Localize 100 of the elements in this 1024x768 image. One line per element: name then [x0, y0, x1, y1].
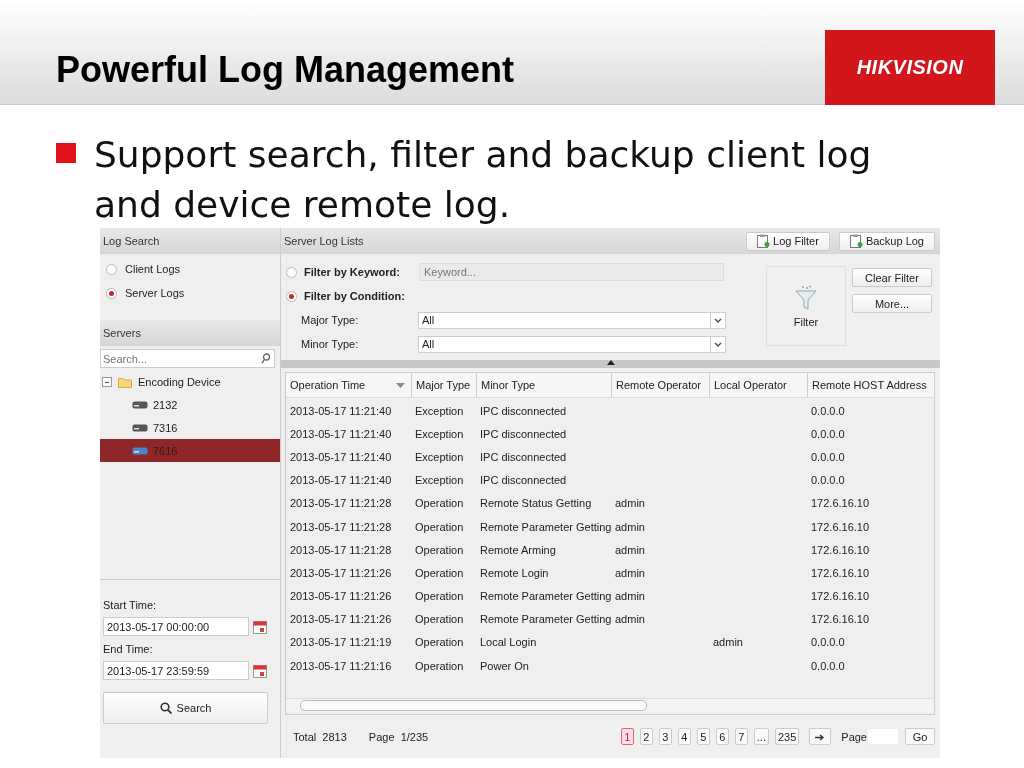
table-cell: 2013-05-17 11:21:26 — [290, 566, 392, 579]
table-cell: Operation — [415, 636, 464, 649]
page-button[interactable]: 4 — [677, 728, 691, 745]
next-page-button[interactable] — [809, 728, 832, 745]
table-cell: 0.0.0.0 — [811, 474, 845, 487]
table-cell: 172.6.16.10 — [811, 613, 870, 626]
table-cell: Exception — [415, 404, 464, 417]
table-cell: 172.6.16.10 — [811, 497, 870, 510]
table-cell: Power On — [480, 659, 529, 672]
radio-button[interactable] — [286, 290, 297, 302]
field-label: End Time: — [103, 642, 154, 657]
table-cell: 0.0.0.0 — [811, 404, 845, 417]
search-icon[interactable] — [261, 353, 271, 364]
keyword-field[interactable]: Keyword... — [419, 263, 724, 281]
table-cell: IPC disconnected — [480, 450, 567, 463]
date-field[interactable]: 2013-05-17 23:59:59 — [103, 661, 249, 680]
bullet-text: Support search, filter and backup client log and device remote log. — [94, 133, 873, 227]
dropdown[interactable]: All — [418, 335, 726, 353]
table-cell: 2013-05-17 11:21:16 — [290, 659, 392, 672]
column-header[interactable]: Major Type — [411, 373, 476, 397]
table-cell: admin — [713, 636, 743, 649]
table-cell: 0.0.0.0 — [811, 427, 845, 440]
collapse-arrow-icon[interactable] — [606, 360, 615, 365]
radio-label[interactable]: Client Logs — [125, 263, 181, 275]
bullet-icon — [56, 143, 76, 163]
search-button[interactable]: Search — [103, 692, 268, 724]
section-title: Servers — [100, 320, 280, 346]
page-button[interactable]: ... — [753, 728, 769, 745]
field-label: Major Type: — [301, 314, 360, 326]
table-cell: 2013-05-17 11:21:26 — [290, 590, 392, 603]
radio-button[interactable] — [106, 287, 117, 299]
table-cell: Remote Parameter Getting — [480, 590, 612, 603]
table-cell: Remote Parameter Getting — [480, 520, 612, 533]
table-cell: Operation — [415, 497, 464, 510]
table-cell: admin — [615, 497, 645, 510]
go-button[interactable]: Go — [905, 728, 935, 745]
page-button[interactable]: 1 — [620, 728, 634, 745]
radio-label[interactable]: Filter by Condition: — [304, 290, 412, 302]
tree-item[interactable]: 2132 — [100, 393, 280, 416]
funnel-icon — [795, 284, 817, 311]
folder-icon — [118, 376, 132, 388]
table-cell: Remote Status Getting — [480, 497, 592, 510]
table-cell: 0.0.0.0 — [811, 636, 845, 649]
table-cell: 0.0.0.0 — [811, 450, 845, 463]
field-label: Page — [841, 730, 867, 743]
table-cell: IPC disconnected — [480, 474, 567, 487]
device-icon — [132, 446, 148, 455]
table-cell: 2013-05-17 11:21:28 — [290, 520, 392, 533]
table-cell: admin — [615, 566, 645, 579]
table-cell: 2013-05-17 11:21:19 — [290, 636, 392, 649]
search-icon — [159, 702, 172, 714]
column-header[interactable]: Minor Type — [476, 373, 611, 397]
collapse-icon[interactable] — [102, 377, 112, 387]
column-header[interactable]: Operation Time — [286, 373, 411, 397]
table-cell: Exception — [415, 474, 464, 487]
table-cell: admin — [615, 590, 645, 603]
toolbar-button[interactable]: Log Filter — [746, 231, 830, 251]
table-cell: 2013-05-17 11:21:40 — [290, 404, 392, 417]
table-cell: admin — [615, 543, 645, 556]
table-cell: Exception — [415, 450, 464, 463]
action-button[interactable]: More... — [852, 294, 932, 313]
date-field[interactable]: 2013-05-17 00:00:00 — [103, 617, 249, 636]
sort-icon[interactable] — [396, 383, 405, 388]
device-icon — [132, 400, 148, 409]
table-cell: Operation — [415, 566, 464, 579]
table-cell: 2013-05-17 11:21:28 — [290, 497, 392, 510]
dropdown[interactable]: All — [418, 311, 726, 329]
clipboard-icon — [757, 234, 771, 248]
clipboard-icon — [849, 234, 863, 248]
table-cell: 172.6.16.10 — [811, 590, 870, 603]
page-button[interactable]: 5 — [696, 728, 710, 745]
table-cell: Remote Parameter Getting — [480, 613, 612, 626]
search-field[interactable]: Search... — [100, 349, 275, 368]
toolbar-button[interactable]: Backup Log — [838, 231, 935, 251]
page-button[interactable]: 235 — [774, 728, 800, 745]
page-button[interactable]: 6 — [715, 728, 729, 745]
action-button[interactable]: Clear Filter — [852, 268, 932, 287]
radio-label[interactable]: Filter by Keyword: — [304, 266, 412, 278]
radio-button[interactable] — [286, 266, 297, 278]
column-header[interactable]: Remote Operator — [611, 373, 709, 397]
table-cell: 2013-05-17 11:21:40 — [290, 450, 392, 463]
tree-item[interactable]: Encoding Device — [138, 376, 221, 388]
tree-item[interactable]: 7316 — [100, 416, 280, 439]
page-button[interactable]: 2 — [639, 728, 653, 745]
calendar-icon[interactable] — [253, 663, 267, 678]
table-cell: Operation — [415, 659, 464, 672]
table-cell: IPC disconnected — [480, 427, 567, 440]
horizontal-scrollbar[interactable] — [286, 698, 934, 712]
page-button[interactable]: 3 — [658, 728, 672, 745]
table-cell: 172.6.16.10 — [811, 566, 870, 579]
table-cell: Remote Login — [480, 566, 549, 579]
filter-button[interactable]: Filter — [766, 266, 846, 346]
page-button[interactable]: 7 — [734, 728, 748, 745]
column-header[interactable]: Remote HOST Address — [807, 373, 931, 397]
table-cell: IPC disconnected — [480, 404, 567, 417]
calendar-icon[interactable] — [253, 619, 267, 634]
radio-button[interactable] — [106, 263, 117, 275]
radio-label[interactable]: Server Logs — [125, 287, 185, 299]
column-header[interactable]: Local Operator — [709, 373, 807, 397]
table-cell: Exception — [415, 427, 464, 440]
